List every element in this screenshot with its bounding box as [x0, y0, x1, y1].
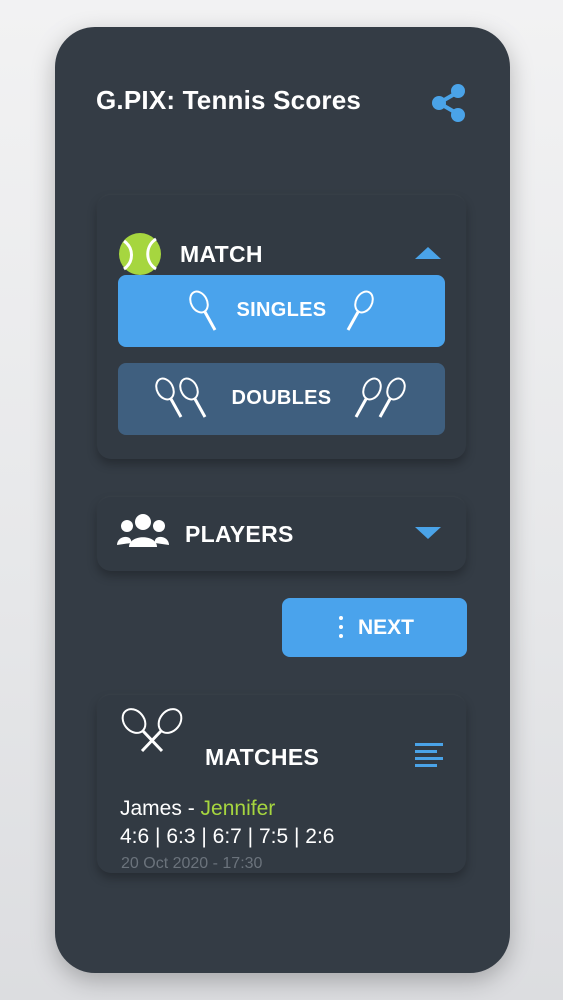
- list-lines-icon[interactable]: [415, 742, 445, 770]
- match-date: 20 Oct 2020 - 17:30: [121, 855, 263, 872]
- player-separator: -: [181, 797, 201, 820]
- doubles-button[interactable]: DOUBLES: [118, 363, 445, 435]
- people-group-icon: [117, 511, 169, 551]
- next-button[interactable]: NEXT: [282, 598, 467, 657]
- app-title: G.PIX: Tennis Scores: [96, 85, 362, 115]
- players-section-label: PLAYERS: [185, 521, 294, 547]
- match-section-label: MATCH: [180, 241, 263, 267]
- matches-section-label: MATCHES: [205, 744, 320, 770]
- next-label: NEXT: [358, 616, 415, 639]
- crossed-rackets-icon: [116, 706, 188, 754]
- player-two-name: Jennifer: [200, 797, 276, 820]
- share-icon[interactable]: [429, 81, 469, 125]
- double-racket-icon: [354, 377, 406, 418]
- players-card[interactable]: PLAYERS: [97, 497, 466, 571]
- collapse-match-icon[interactable]: [415, 247, 441, 259]
- singles-label: SINGLES: [236, 299, 327, 321]
- more-vertical-icon: [338, 616, 344, 638]
- matches-card: MATCHES James - Jennifer 4:6 | 6:3 | 6:7…: [97, 695, 466, 873]
- match-players: James - Jennifer: [120, 797, 275, 821]
- player-one-name: James: [120, 797, 182, 820]
- singles-button[interactable]: SINGLES: [118, 275, 445, 347]
- racket-icon: [346, 290, 374, 331]
- expand-players-icon[interactable]: [415, 527, 441, 539]
- match-scores: 4:6 | 6:3 | 6:7 | 7:5 | 2:6: [120, 825, 335, 848]
- match-card: MATCH SINGLES DOUBLES: [97, 195, 466, 459]
- tennis-ball-icon: [118, 232, 162, 276]
- app-screen: G.PIX: Tennis Scores MATCH SINGLES DOUBL…: [55, 27, 510, 973]
